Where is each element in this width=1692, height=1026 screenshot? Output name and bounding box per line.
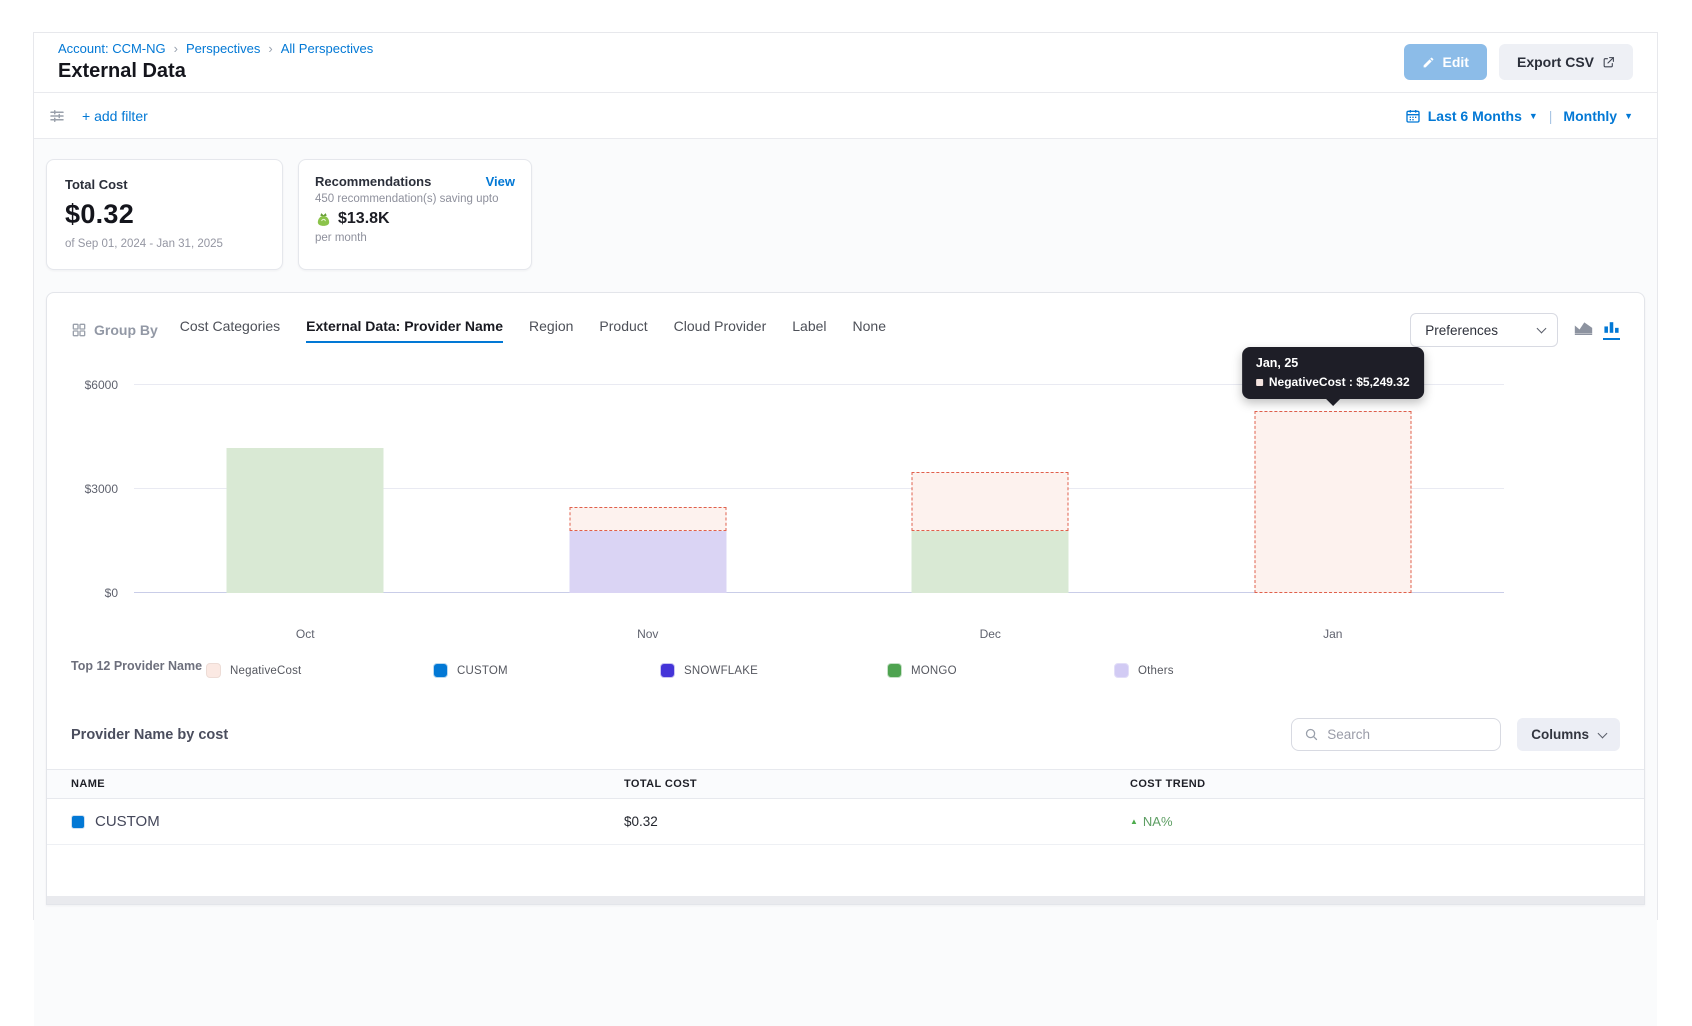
page-header: Account: CCM-NGPerspectivesAll Perspecti… bbox=[34, 33, 1657, 93]
y-axis-tick: $6000 bbox=[85, 378, 118, 392]
column-header-total-cost[interactable]: TOTAL COST bbox=[624, 778, 1130, 790]
x-axis-label: Dec bbox=[819, 627, 1162, 641]
recommendations-subtitle: 450 recommendation(s) saving upto bbox=[315, 193, 515, 205]
grid-icon bbox=[71, 322, 87, 338]
chevron-down-icon bbox=[1537, 324, 1547, 334]
search-box bbox=[1291, 718, 1501, 751]
table-row[interactable]: CUSTOM $0.32 ▲ NA% bbox=[47, 799, 1644, 845]
columns-button[interactable]: Columns bbox=[1517, 718, 1620, 751]
cost-trend-value: NA% bbox=[1143, 814, 1173, 829]
horizontal-scrollbar[interactable] bbox=[47, 896, 1644, 904]
filter-bar: + add filter Last 6 Months ▼ | Monthly ▼ bbox=[34, 93, 1657, 139]
recommendations-label: Recommendations bbox=[315, 174, 431, 189]
export-csv-button[interactable]: Export CSV bbox=[1499, 44, 1633, 80]
chevron-down-icon bbox=[1598, 728, 1608, 738]
row-total-cost: $0.32 bbox=[624, 814, 1130, 829]
tab-none[interactable]: None bbox=[853, 318, 886, 343]
tab-label[interactable]: Label bbox=[792, 318, 826, 343]
table-header-row: NAME TOTAL COST COST TREND bbox=[47, 769, 1644, 799]
breadcrumb-account[interactable]: Account: CCM-NG bbox=[58, 41, 186, 56]
preferences-dropdown[interactable]: Preferences bbox=[1410, 313, 1558, 347]
legend-swatch bbox=[887, 663, 902, 678]
pencil-icon bbox=[1422, 56, 1435, 69]
x-axis-label: Nov bbox=[477, 627, 820, 641]
legend-swatch bbox=[660, 663, 675, 678]
total-cost-label: Total Cost bbox=[65, 177, 264, 192]
legend-item-negativecost[interactable]: NegativeCost bbox=[206, 663, 433, 678]
total-cost-card: Total Cost $0.32 of Sep 01, 2024 - Jan 3… bbox=[46, 159, 283, 270]
filter-sliders-icon[interactable] bbox=[48, 107, 66, 125]
legend-swatch bbox=[206, 663, 221, 678]
table-title: Provider Name by cost bbox=[71, 727, 228, 743]
bar-mongo-dec[interactable] bbox=[912, 531, 1069, 593]
tab-external-data-provider-name[interactable]: External Data: Provider Name bbox=[306, 318, 503, 343]
trend-up-icon: ▲ bbox=[1130, 817, 1138, 826]
bar-negativecost-nov[interactable] bbox=[569, 507, 726, 531]
x-axis-label: Oct bbox=[134, 627, 477, 641]
y-axis: $0$3000$6000 bbox=[71, 361, 126, 593]
granularity-dropdown[interactable]: Monthly bbox=[1563, 108, 1617, 124]
column-header-name[interactable]: NAME bbox=[71, 778, 624, 790]
legend-swatch bbox=[433, 663, 448, 678]
provider-name: CUSTOM bbox=[95, 813, 160, 830]
breadcrumb: Account: CCM-NGPerspectivesAll Perspecti… bbox=[58, 41, 373, 56]
caret-down-icon[interactable]: ▼ bbox=[1529, 111, 1538, 121]
savings-value: $13.8K bbox=[338, 210, 390, 228]
tab-cost-categories[interactable]: Cost Categories bbox=[180, 318, 280, 343]
total-cost-value: $0.32 bbox=[65, 199, 264, 230]
app-frame: Account: CCM-NGPerspectivesAll Perspecti… bbox=[33, 32, 1658, 920]
bar-negativecost-jan[interactable] bbox=[1254, 411, 1411, 593]
tooltip-arrow bbox=[1326, 399, 1340, 406]
breadcrumb-perspectives[interactable]: Perspectives bbox=[186, 41, 281, 56]
legend-item-mongo[interactable]: MONGO bbox=[887, 663, 1114, 678]
y-axis-tick: $0 bbox=[105, 586, 118, 600]
date-range-dropdown[interactable]: Last 6 Months bbox=[1428, 108, 1522, 124]
view-recommendations-link[interactable]: View bbox=[486, 174, 515, 189]
chart-tooltip: Jan, 25 NegativeCost : $5,249.32 bbox=[1242, 347, 1424, 399]
bar-negativecost-dec[interactable] bbox=[912, 472, 1069, 531]
external-link-icon bbox=[1602, 56, 1615, 69]
legend-item-custom[interactable]: CUSTOM bbox=[433, 663, 660, 678]
tooltip-title: Jan, 25 bbox=[1256, 356, 1410, 370]
group-by-label: Group By bbox=[94, 322, 158, 338]
x-axis-label: Jan bbox=[1162, 627, 1505, 641]
perspective-card: Group By Cost Categories External Data: … bbox=[46, 292, 1645, 905]
calendar-icon bbox=[1405, 108, 1421, 124]
cost-chart: $0 $3000 $6000 Jan, 25 NegativeCost : $5,2… bbox=[71, 361, 1504, 623]
tooltip-text: NegativeCost : $5,249.32 bbox=[1269, 375, 1410, 389]
legend-item-others[interactable]: Others bbox=[1114, 663, 1341, 678]
chart-plot: Jan, 25 NegativeCost : $5,249.32 bbox=[134, 361, 1504, 593]
page-title: External Data bbox=[58, 60, 373, 83]
edit-button[interactable]: Edit bbox=[1404, 44, 1487, 80]
y-axis-tick: $3000 bbox=[85, 482, 118, 496]
recommendations-card: Recommendations View 450 recommendation(… bbox=[298, 159, 532, 270]
chart-legend: Top 12 Provider Name NegativeCost CUSTOM… bbox=[71, 657, 1620, 678]
bar-others-nov[interactable] bbox=[569, 531, 726, 593]
tab-region[interactable]: Region bbox=[529, 318, 573, 343]
group-by-tabs: Cost Categories External Data: Provider … bbox=[180, 318, 886, 343]
money-bag-icon bbox=[315, 211, 332, 228]
legend-item-snowflake[interactable]: SNOWFLAKE bbox=[660, 663, 887, 678]
caret-down-icon[interactable]: ▼ bbox=[1624, 111, 1633, 121]
tooltip-series-marker bbox=[1256, 379, 1263, 386]
content-area: Total Cost $0.32 of Sep 01, 2024 - Jan 3… bbox=[34, 139, 1657, 1026]
search-icon bbox=[1304, 727, 1319, 742]
tab-product[interactable]: Product bbox=[599, 318, 647, 343]
total-cost-period: of Sep 01, 2024 - Jan 31, 2025 bbox=[65, 238, 264, 250]
x-axis: OctNovDecJan bbox=[134, 627, 1504, 641]
divider: | bbox=[1549, 108, 1553, 124]
bar-chart-icon[interactable] bbox=[1603, 320, 1620, 340]
tab-cloud-provider[interactable]: Cloud Provider bbox=[674, 318, 767, 343]
breadcrumb-all-perspectives[interactable]: All Perspectives bbox=[281, 41, 373, 56]
savings-period: per month bbox=[315, 232, 515, 244]
legend-title: Top 12 Provider Name bbox=[71, 657, 206, 675]
column-header-cost-trend[interactable]: COST TREND bbox=[1130, 778, 1620, 790]
area-chart-icon[interactable] bbox=[1574, 320, 1593, 338]
search-input[interactable] bbox=[1327, 727, 1477, 742]
add-filter-button[interactable]: + add filter bbox=[82, 108, 148, 124]
provider-color-swatch bbox=[71, 815, 85, 829]
legend-swatch bbox=[1114, 663, 1129, 678]
bar-mongo-oct[interactable] bbox=[227, 448, 384, 593]
